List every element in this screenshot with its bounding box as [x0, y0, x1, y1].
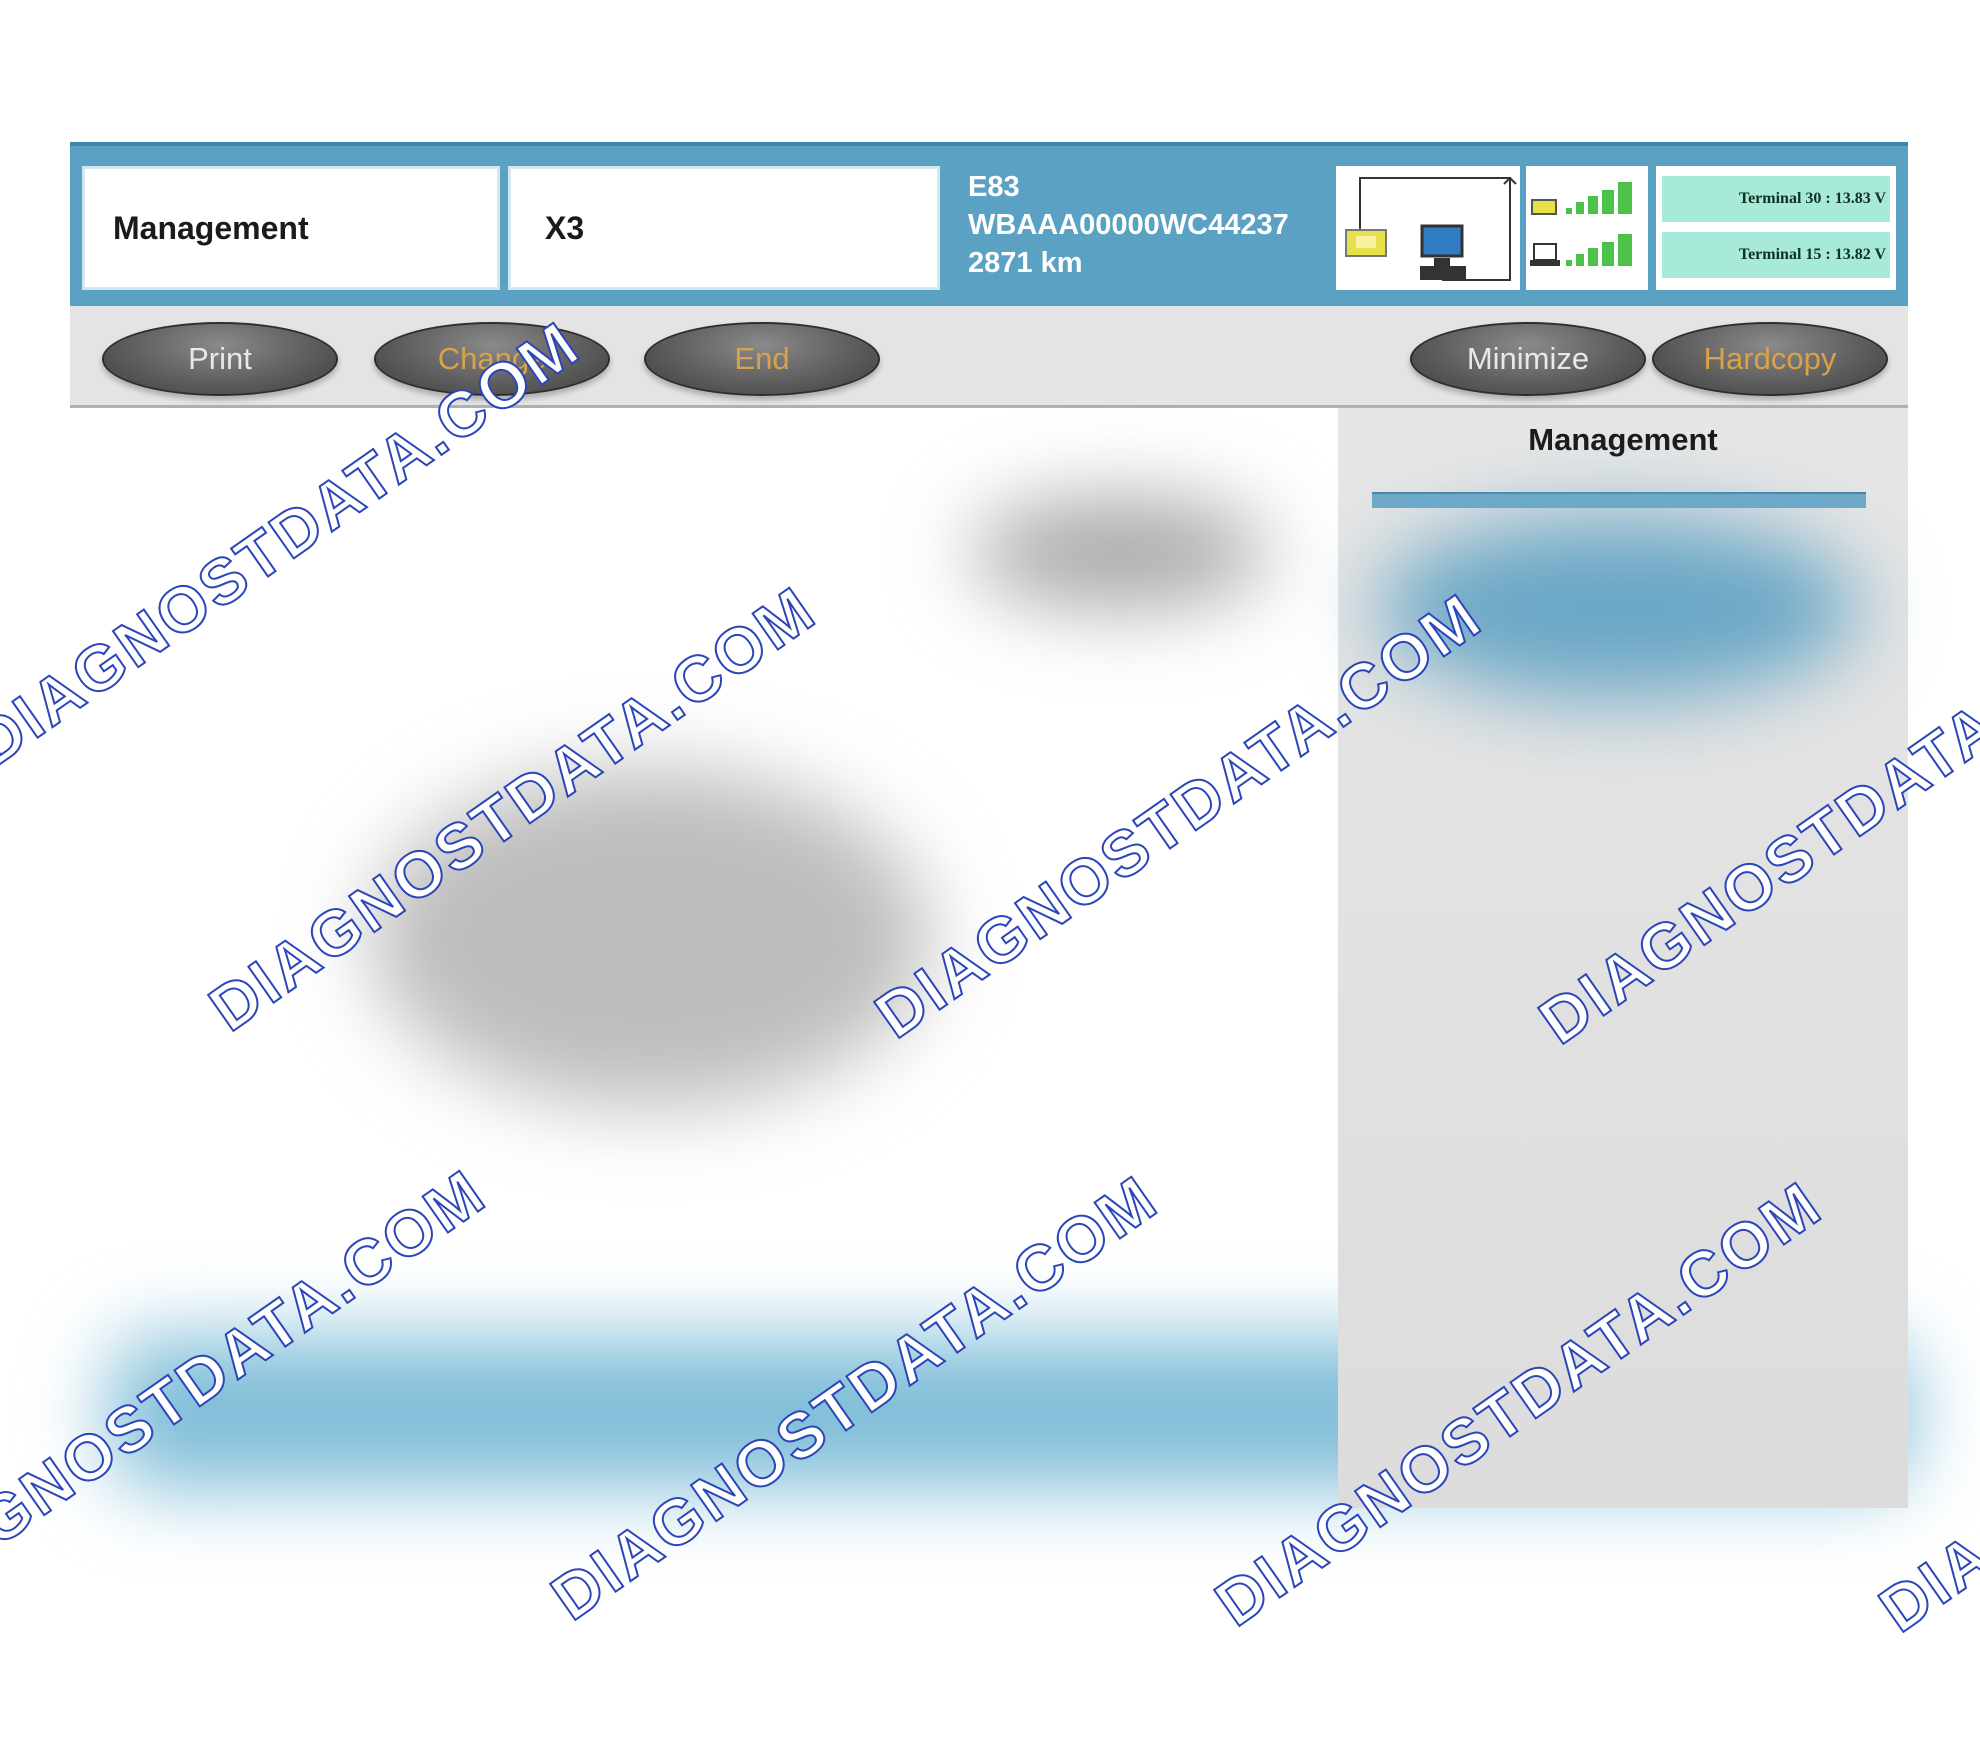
signal-indicator	[1526, 166, 1648, 290]
blurred-content	[370, 768, 930, 1108]
minimize-button[interactable]: Minimize	[1410, 322, 1646, 396]
vehicle-mileage: 2871 km	[968, 247, 1083, 279]
function-area-label: Management	[113, 209, 309, 246]
end-button[interactable]: End	[644, 322, 880, 396]
signal-strength-icon	[1530, 182, 1632, 266]
main-content-area	[70, 408, 1910, 1749]
blurred-side-list	[1378, 518, 1858, 698]
side-panel: Management	[1338, 408, 1908, 1508]
function-area-field: Management	[82, 166, 500, 290]
terminal-voltage-panel: Terminal 30 : 13.83 V Terminal 15 : 13.8…	[1656, 166, 1896, 290]
blurred-arrow	[970, 498, 1270, 608]
model-field: X3	[508, 166, 940, 290]
side-panel-list-header	[1372, 492, 1866, 508]
diagnostic-app-window: Management X3 E83 WBAAA00000WC44237 2871…	[70, 142, 1910, 1749]
print-button[interactable]: Print	[102, 322, 338, 396]
toolbar: Print Change End Minimize Hardcopy	[70, 306, 1908, 408]
vehicle-header-bar: Management X3 E83 WBAAA00000WC44237 2871…	[70, 142, 1908, 306]
connection-diagram	[1336, 166, 1520, 290]
vehicle-info: E83 WBAAA00000WC44237 2871 km	[968, 168, 1388, 282]
terminal-30-voltage: Terminal 30 : 13.83 V	[1662, 176, 1890, 222]
model-label: X3	[545, 209, 585, 246]
side-panel-title: Management	[1528, 422, 1718, 457]
connection-diagram-icon	[1345, 176, 1517, 281]
vehicle-series: E83	[968, 171, 1020, 203]
vehicle-vin: WBAAA00000WC44237	[968, 209, 1289, 241]
hardcopy-button[interactable]: Hardcopy	[1652, 322, 1888, 396]
change-button[interactable]: Change	[374, 322, 610, 396]
terminal-15-voltage: Terminal 15 : 13.82 V	[1662, 232, 1890, 278]
